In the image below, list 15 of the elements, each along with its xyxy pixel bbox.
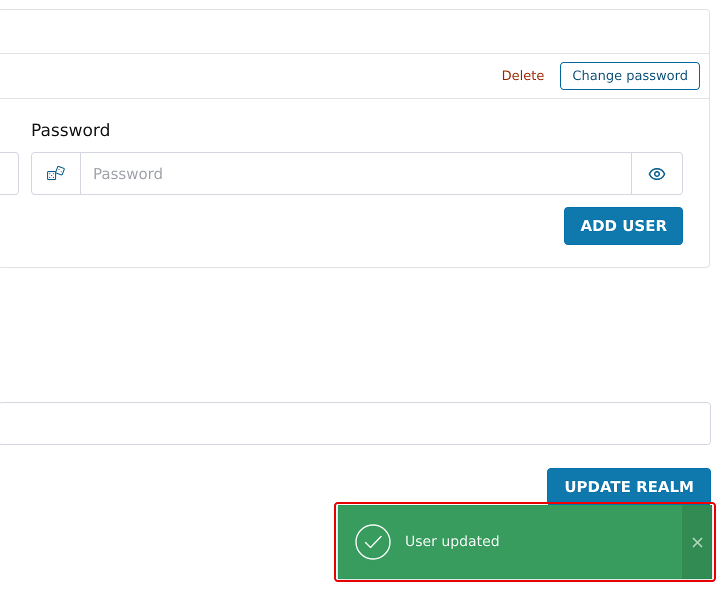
- show-password-button[interactable]: [631, 152, 683, 195]
- delete-link[interactable]: Delete: [502, 68, 544, 84]
- close-button[interactable]: [682, 505, 712, 579]
- update-realm-button[interactable]: UPDATE REALM: [547, 468, 711, 506]
- input-field[interactable]: [0, 152, 19, 195]
- password-label: Password: [31, 121, 112, 141]
- dice-icon: [47, 166, 65, 181]
- close-icon: [692, 536, 702, 548]
- change-password-button[interactable]: Change password: [560, 62, 700, 90]
- add-user-button[interactable]: ADD USER: [564, 207, 683, 245]
- toast-message: User updated: [405, 534, 501, 550]
- check-circle-icon: [355, 524, 391, 560]
- dice-button[interactable]: [31, 152, 81, 195]
- input-field[interactable]: [0, 402, 711, 445]
- password-field[interactable]: Password: [81, 152, 631, 195]
